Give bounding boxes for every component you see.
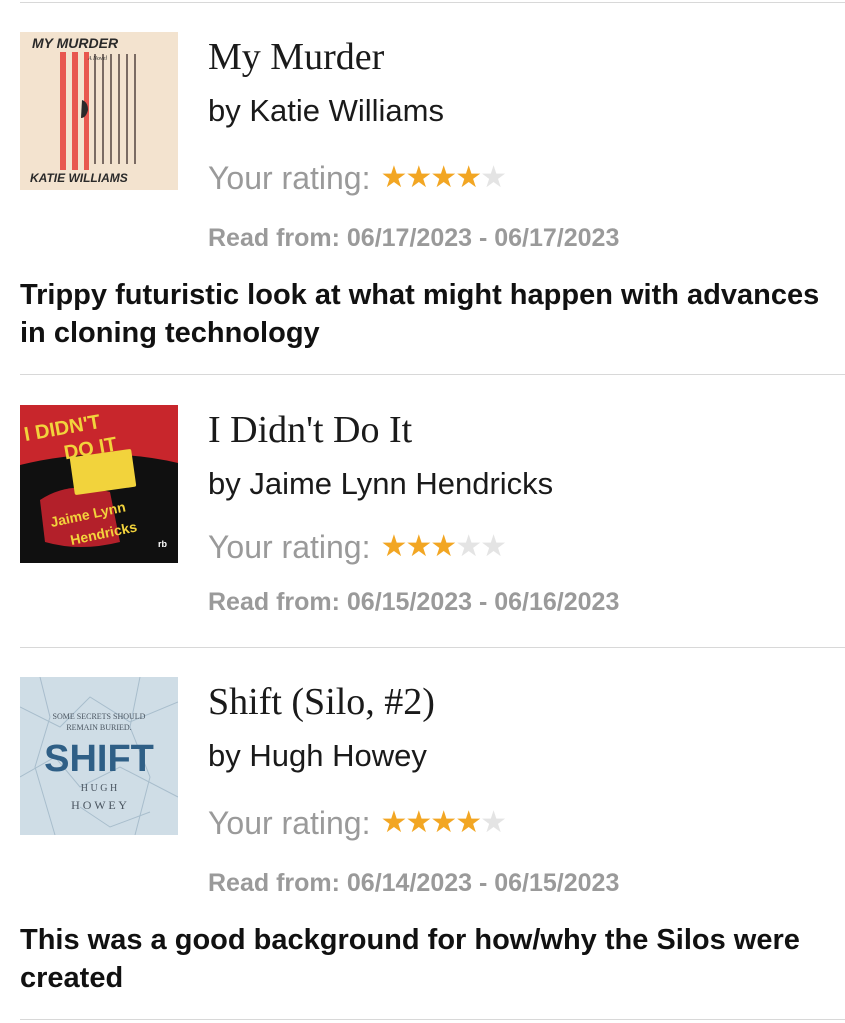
star-filled-icon[interactable]: ★ <box>380 160 407 195</box>
svg-text:rb: rb <box>158 539 168 549</box>
book-title[interactable]: I Didn't Do It <box>208 411 412 449</box>
svg-text:SHIFT: SHIFT <box>44 738 154 780</box>
star-empty-icon[interactable]: ★ <box>480 529 507 564</box>
book-author[interactable]: by Katie Williams <box>208 95 444 126</box>
star-filled-icon[interactable]: ★ <box>405 529 432 564</box>
rating-label: Your rating: <box>208 160 371 196</box>
star-filled-icon[interactable]: ★ <box>405 805 432 840</box>
star-filled-icon[interactable]: ★ <box>380 529 407 564</box>
svg-text:KATIE WILLIAMS: KATIE WILLIAMS <box>30 171 128 185</box>
rating-label: Your rating: <box>208 529 371 565</box>
entry-divider <box>20 374 845 375</box>
star-filled-icon[interactable]: ★ <box>455 805 482 840</box>
rating-label: Your rating: <box>208 805 371 841</box>
top-divider <box>20 2 845 3</box>
bottom-divider <box>20 1019 845 1020</box>
book-author[interactable]: by Jaime Lynn Hendricks <box>208 468 553 499</box>
read-dates: Read from: 06/15/2023 - 06/16/2023 <box>208 588 620 616</box>
svg-text:REMAIN BURIED.: REMAIN BURIED. <box>66 723 131 732</box>
book-author[interactable]: by Hugh Howey <box>208 740 427 771</box>
book-cover-my-murder[interactable]: MY MURDER A Novel KATIE WILLIAMS <box>20 32 178 190</box>
rating-row: Your rating: ★★★★★ <box>208 805 507 841</box>
svg-text:H O W E Y: H O W E Y <box>71 798 127 812</box>
star-filled-icon[interactable]: ★ <box>405 160 432 195</box>
star-empty-icon[interactable]: ★ <box>455 529 482 564</box>
star-filled-icon[interactable]: ★ <box>455 160 482 195</box>
star-rating[interactable]: ★★★★★ <box>380 529 507 564</box>
i-didnt-do-it-cover-art: I DIDN'T DO IT Jaime Lynn Hendricks rb <box>20 405 178 563</box>
star-empty-icon[interactable]: ★ <box>480 805 507 840</box>
book-cover-i-didnt-do-it[interactable]: I DIDN'T DO IT Jaime Lynn Hendricks rb <box>20 405 178 563</box>
star-rating[interactable]: ★★★★★ <box>380 805 507 840</box>
rating-row: Your rating: ★★★★★ <box>208 529 507 565</box>
book-title[interactable]: Shift (Silo, #2) <box>208 683 435 721</box>
star-rating[interactable]: ★★★★★ <box>380 160 507 195</box>
svg-text:H U G H: H U G H <box>81 783 117 794</box>
star-filled-icon[interactable]: ★ <box>380 805 407 840</box>
star-empty-icon[interactable]: ★ <box>480 160 507 195</box>
entry-divider <box>20 647 845 648</box>
svg-text:A Novel: A Novel <box>87 56 107 62</box>
review-text: This was a good background for how/why t… <box>20 924 800 994</box>
star-filled-icon[interactable]: ★ <box>430 529 457 564</box>
my-murder-cover-art: MY MURDER A Novel KATIE WILLIAMS <box>20 32 178 190</box>
rating-row: Your rating: ★★★★★ <box>208 160 507 196</box>
read-dates: Read from: 06/14/2023 - 06/15/2023 <box>208 869 620 897</box>
read-dates: Read from: 06/17/2023 - 06/17/2023 <box>208 224 620 252</box>
shift-cover-art: SOME SECRETS SHOULD REMAIN BURIED. SHIFT… <box>20 677 178 835</box>
star-filled-icon[interactable]: ★ <box>430 160 457 195</box>
review-text: Trippy futuristic look at what might hap… <box>20 279 820 349</box>
book-title[interactable]: My Murder <box>208 38 384 76</box>
book-cover-shift[interactable]: SOME SECRETS SHOULD REMAIN BURIED. SHIFT… <box>20 677 178 835</box>
svg-text:MY MURDER: MY MURDER <box>32 35 119 51</box>
svg-text:SOME SECRETS SHOULD: SOME SECRETS SHOULD <box>53 712 146 721</box>
star-filled-icon[interactable]: ★ <box>430 805 457 840</box>
